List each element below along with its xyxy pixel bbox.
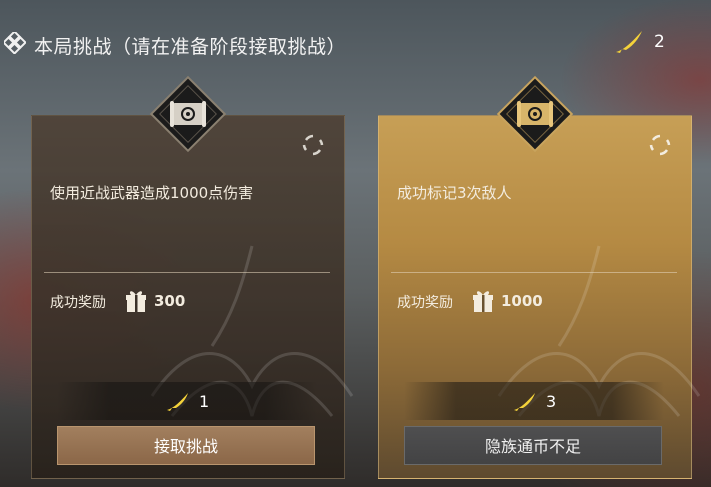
gift-icon <box>473 291 493 312</box>
cost-display: 1 <box>57 382 317 420</box>
yellow-feather-icon <box>167 393 188 411</box>
divider <box>44 272 330 273</box>
divider <box>391 272 677 273</box>
refresh-icon[interactable] <box>647 132 673 158</box>
reward-label: 成功奖励 <box>397 295 453 311</box>
yellow-feather-icon <box>616 31 642 53</box>
reward-amount: 1000 <box>501 292 543 310</box>
insufficient-currency-button[interactable]: 隐族通币不足 <box>404 426 662 465</box>
yellow-feather-icon <box>514 393 535 411</box>
challenge-card-1: 使用近战武器造成1000点伤害 成功奖励 300 1 接取挑战 <box>31 75 354 479</box>
task-description: 成功标记3次敌人 <box>397 184 512 202</box>
page-title: 本局挑战（请在准备阶段接取挑战） <box>34 36 347 58</box>
reward-label: 成功奖励 <box>50 295 106 311</box>
challenge-header: 本局挑战（请在准备阶段接取挑战） 2 <box>0 0 711 84</box>
diamond-pattern-icon <box>4 32 26 54</box>
scroll-emblem-icon <box>496 75 574 153</box>
cost-display: 3 <box>404 382 664 420</box>
currency-count: 2 <box>654 32 665 52</box>
gift-icon <box>126 291 146 312</box>
refresh-icon[interactable] <box>300 132 326 158</box>
cost-amount: 3 <box>546 392 557 411</box>
cost-amount: 1 <box>199 392 210 411</box>
task-description: 使用近战武器造成1000点伤害 <box>50 184 254 202</box>
scroll-emblem-icon <box>149 75 227 153</box>
accept-challenge-button[interactable]: 接取挑战 <box>57 426 315 465</box>
reward-amount: 300 <box>154 292 186 310</box>
challenge-card-2: 成功标记3次敌人 成功奖励 1000 3 隐族通币不足 <box>378 75 701 479</box>
